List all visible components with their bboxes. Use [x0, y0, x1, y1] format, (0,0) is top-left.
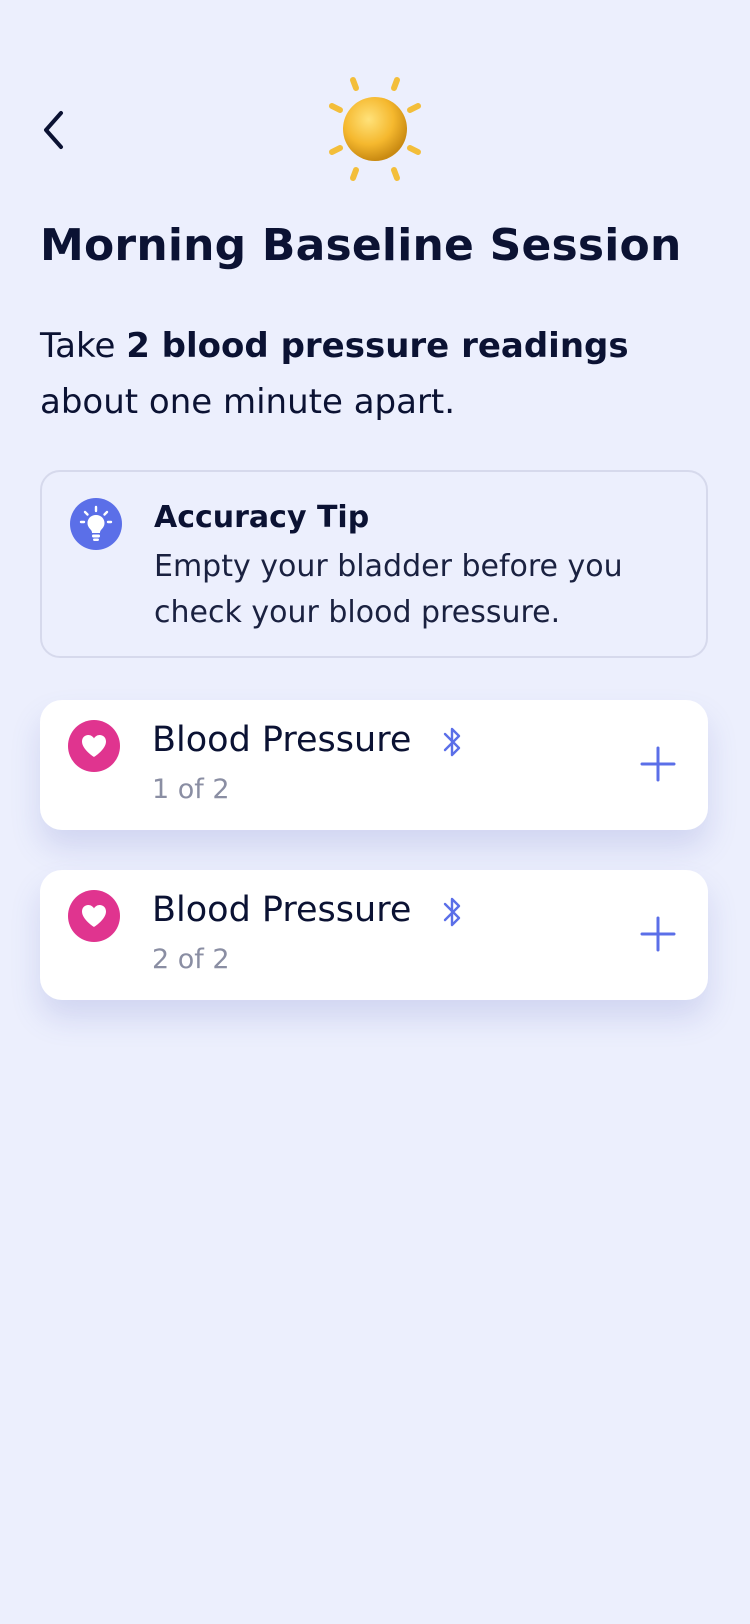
lightbulb-icon [70, 498, 122, 550]
reading-title: Blood Pressure [152, 720, 412, 760]
add-reading-button[interactable] [638, 914, 678, 954]
instruction-bold: 2 blood pressure readings [126, 326, 629, 366]
session-instruction: Take 2 blood pressure readings about one… [40, 318, 720, 430]
tip-title: Accuracy Tip [154, 500, 370, 535]
blood-pressure-reading-2[interactable]: Blood Pressure 2 of 2 [40, 870, 708, 1000]
blood-pressure-reading-1[interactable]: Blood Pressure 1 of 2 [40, 700, 708, 830]
reading-count: 2 of 2 [152, 944, 230, 975]
reading-title: Blood Pressure [152, 890, 412, 930]
heart-icon [68, 720, 120, 772]
heart-icon [68, 890, 120, 942]
instruction-prefix: Take [40, 326, 127, 366]
back-button[interactable] [34, 104, 74, 156]
chevron-left-icon [44, 111, 63, 149]
add-reading-button[interactable] [638, 744, 678, 784]
tip-body: Empty your bladder before you check your… [154, 549, 623, 630]
plus-icon [640, 916, 676, 952]
bluetooth-icon [443, 897, 461, 927]
plus-icon [640, 746, 676, 782]
bluetooth-icon [443, 727, 461, 757]
sun-icon [329, 77, 421, 181]
accuracy-tip-card: Accuracy Tip Empty your bladder before y… [40, 470, 708, 658]
reading-count: 1 of 2 [152, 774, 230, 805]
instruction-suffix: about one minute apart. [40, 382, 456, 422]
page-title: Morning Baseline Session [40, 220, 682, 271]
